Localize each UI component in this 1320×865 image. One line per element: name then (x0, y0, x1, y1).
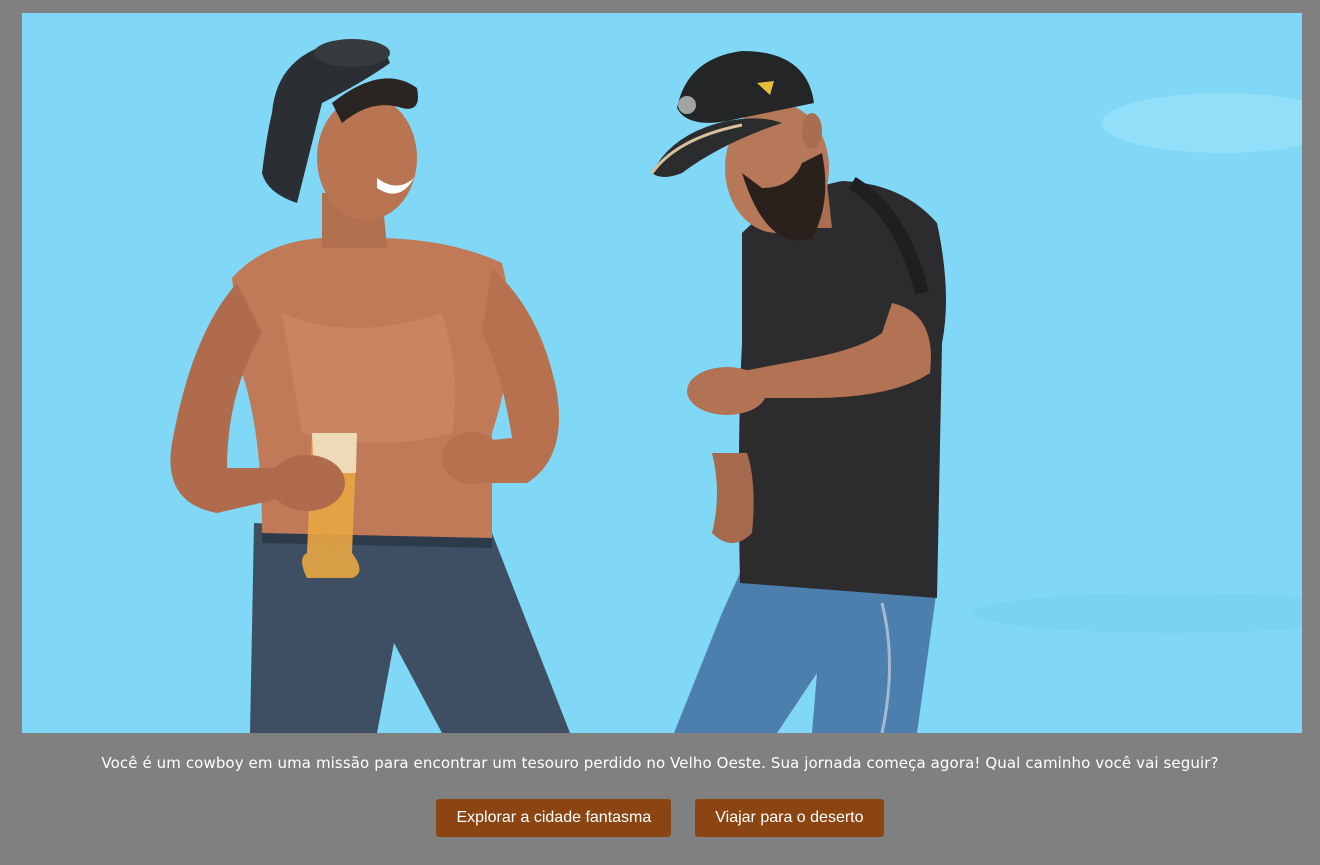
travel-to-desert-button[interactable]: Viajar para o deserto (695, 799, 884, 837)
choice-buttons: Explorar a cidade fantasma Viajar para o… (0, 799, 1320, 837)
scene-image (22, 13, 1302, 733)
story-text: Você é um cowboy em uma missão para enco… (101, 754, 1219, 772)
game-screen: Você é um cowboy em uma missão para enco… (0, 0, 1320, 865)
scene-illustration (22, 13, 1302, 733)
explore-ghost-town-button[interactable]: Explorar a cidade fantasma (436, 799, 672, 837)
